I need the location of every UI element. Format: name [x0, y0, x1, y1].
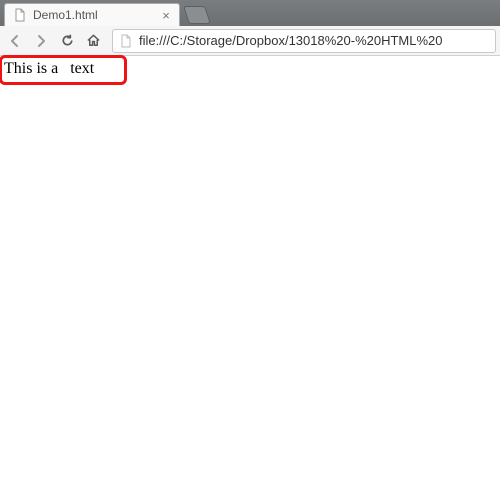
close-icon[interactable]: ×: [159, 8, 173, 22]
address-bar[interactable]: file:///C:/Storage/Dropbox/13018%20-%20H…: [112, 29, 496, 53]
file-icon: [13, 8, 27, 22]
forward-button[interactable]: [30, 30, 52, 52]
page-icon: [119, 34, 133, 48]
tab-title: Demo1.html: [33, 8, 159, 22]
reload-button[interactable]: [56, 30, 78, 52]
browser-tab-active[interactable]: Demo1.html ×: [4, 3, 180, 26]
home-button[interactable]: [82, 30, 104, 52]
tab-strip: Demo1.html ×: [0, 0, 500, 26]
page-body-text: This is a text: [4, 60, 94, 78]
url-text: file:///C:/Storage/Dropbox/13018%20-%20H…: [139, 33, 489, 48]
new-tab-button[interactable]: [183, 6, 211, 24]
page-viewport: This is a text: [0, 56, 500, 500]
back-button[interactable]: [4, 30, 26, 52]
toolbar: file:///C:/Storage/Dropbox/13018%20-%20H…: [0, 26, 500, 56]
